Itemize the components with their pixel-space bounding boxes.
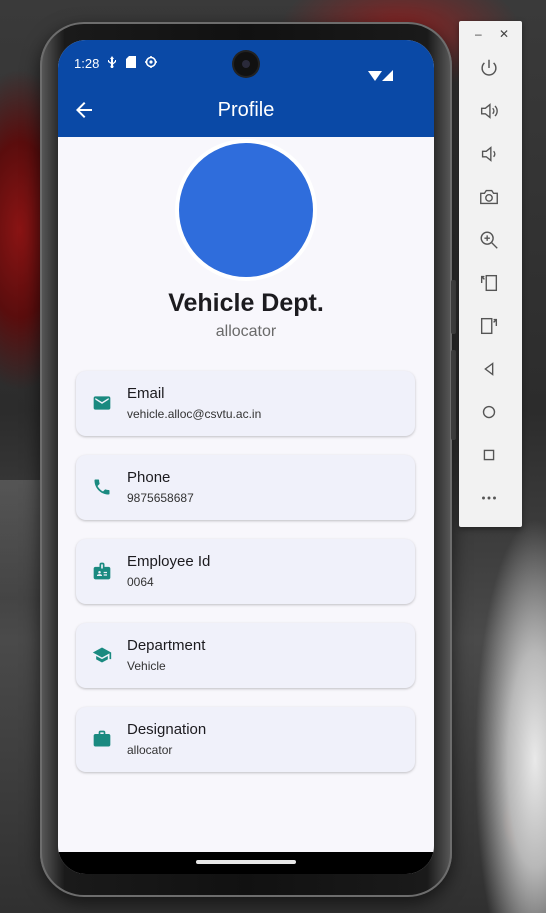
phone-screen: 1:28 Profile Vehicle Dept. allocator Ema… (58, 40, 434, 874)
home-handle[interactable] (196, 860, 296, 864)
profile-name: Vehicle Dept. (168, 289, 324, 317)
rotate-left-button[interactable] (478, 272, 502, 296)
page-title: Profile (217, 99, 275, 121)
detail-card-email[interactable]: Email vehicle.alloc@csvtu.ac.in (76, 371, 415, 436)
badge-icon (92, 561, 112, 581)
detail-value: Vehicle (127, 659, 166, 673)
more-button[interactable] (478, 487, 502, 511)
detail-value: 0064 (127, 575, 154, 589)
detail-label: Department (127, 637, 206, 654)
phone-side-button-volume (451, 350, 456, 440)
detail-value: vehicle.alloc@csvtu.ac.in (127, 407, 262, 421)
zoom-button[interactable] (478, 229, 502, 253)
volume-up-icon (480, 103, 498, 119)
detail-label: Employee Id (127, 553, 211, 570)
screenshot-button[interactable] (478, 186, 502, 210)
avatar-ring (175, 139, 317, 281)
background-road-stripe (0, 480, 40, 600)
phone-side-button-power (451, 280, 456, 334)
detail-card-employee-id[interactable]: Employee Id 0064 (76, 539, 415, 604)
status-time: 1:28 (74, 56, 100, 71)
more-icon (482, 496, 496, 500)
profile-role: allocator (215, 323, 277, 340)
email-icon (92, 393, 112, 413)
close-icon[interactable]: ✕ (499, 27, 509, 41)
back-nav-button[interactable] (478, 358, 502, 382)
school-icon (92, 645, 112, 665)
volume-up-button[interactable] (478, 100, 502, 124)
detail-value: 9875658687 (127, 491, 194, 505)
profile-content: Vehicle Dept. allocator Email vehicle.al… (58, 137, 434, 857)
front-camera (234, 52, 258, 76)
detail-card-phone[interactable]: Phone 9875658687 (76, 455, 415, 520)
detail-card-designation[interactable]: Designation allocator (76, 707, 415, 772)
wifi-icon (368, 71, 382, 81)
briefcase-icon (92, 729, 112, 749)
detail-label: Designation (127, 721, 207, 738)
rotate-right-button[interactable] (478, 315, 502, 339)
detail-label: Phone (127, 469, 171, 486)
detail-value: allocator (127, 743, 173, 757)
zoom-in-icon (480, 231, 498, 249)
app-bar: 1:28 Profile (58, 40, 434, 137)
rotate-left-icon (480, 274, 498, 292)
rotate-right-icon (480, 317, 498, 335)
camera-icon (480, 189, 498, 205)
detail-card-department[interactable]: Department Vehicle (76, 623, 415, 688)
emulator-toolbar: – ✕ (459, 21, 522, 527)
power-button[interactable] (478, 57, 502, 81)
phone-icon (92, 477, 112, 497)
avatar (179, 143, 313, 277)
settings-status-icon (145, 56, 157, 68)
volume-down-button[interactable] (478, 143, 502, 167)
overview-icon (483, 449, 495, 461)
minimize-icon[interactable]: – (475, 27, 482, 41)
home-nav-button[interactable] (478, 401, 502, 425)
detail-label: Email (127, 385, 165, 402)
home-icon (482, 405, 496, 419)
usb-debug-icon (107, 56, 117, 68)
volume-down-icon (481, 146, 496, 162)
overview-nav-button[interactable] (478, 444, 502, 468)
gesture-nav-bar (58, 852, 434, 874)
cell-signal-icon (382, 70, 393, 81)
power-icon (481, 59, 497, 76)
back-icon (484, 362, 494, 376)
sd-card-icon (126, 56, 136, 68)
